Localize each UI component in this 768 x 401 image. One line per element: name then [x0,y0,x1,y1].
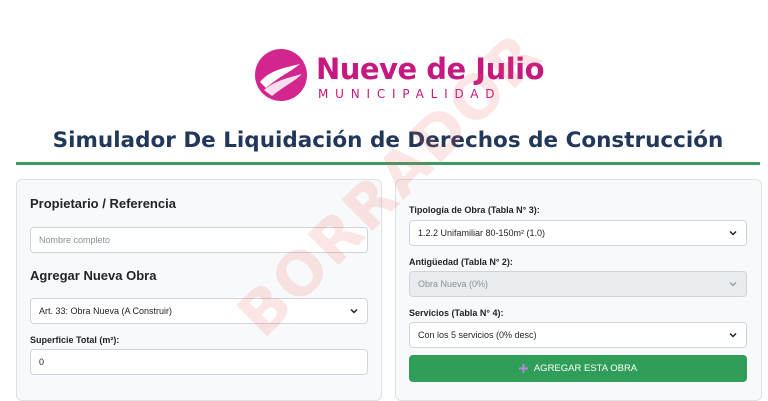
brand-name: Nueve de Julio [316,52,545,86]
logo-emblem-icon [255,49,307,101]
age-value: Obra Nueva (0%) [418,279,489,289]
chevron-down-icon [729,281,737,287]
brand-subtitle: MUNICIPALIDAD [318,87,502,101]
work-details-card: Tipología de Obra (Tabla N° 3): 1.2.2 Un… [395,179,762,401]
area-input[interactable]: 0 [30,349,368,375]
work-type-select[interactable]: Art. 33: Obra Nueva (A Construir) [30,298,368,324]
services-select[interactable]: Con los 5 servicios (0% desc) [409,322,747,348]
municipality-logo: Nueve de Julio MUNICIPALIDAD [254,48,545,106]
owner-name-input[interactable]: Nombre completo [30,227,368,253]
services-value: Con los 5 servicios (0% desc) [418,330,537,340]
chevron-down-icon [729,230,737,236]
typology-label: Tipología de Obra (Tabla N° 3): [409,205,540,215]
owner-heading: Propietario / Referencia [30,196,176,211]
add-work-button[interactable]: AGREGAR ESTA OBRA [409,355,747,382]
area-value: 0 [39,357,45,367]
plus-icon [518,364,528,373]
add-work-heading: Agregar Nueva Obra [30,268,157,283]
age-select: Obra Nueva (0%) [409,271,747,297]
title-divider [16,162,760,165]
page-title: Simulador De Liquidación de Derechos de … [52,128,724,153]
page-header: Nueve de Julio MUNICIPALIDAD Simulador D… [0,0,768,165]
add-work-button-label: AGREGAR ESTA OBRA [533,363,638,374]
area-label: Superficie Total (m²): [30,335,120,345]
chevron-down-icon [350,308,358,314]
work-type-value: Art. 33: Obra Nueva (A Construir) [39,306,173,316]
age-label: Antigüedad (Tabla N° 2): [409,257,513,267]
owner-name-placeholder: Nombre completo [39,235,111,245]
typology-select[interactable]: 1.2.2 Unifamiliar 80-150m² (1.0) [409,220,747,246]
owner-and-work-card: Propietario / Referencia Nombre completo… [16,179,382,401]
typology-value: 1.2.2 Unifamiliar 80-150m² (1.0) [418,228,546,238]
chevron-down-icon [729,332,737,338]
services-label: Servicios (Tabla N° 4): [409,308,504,318]
